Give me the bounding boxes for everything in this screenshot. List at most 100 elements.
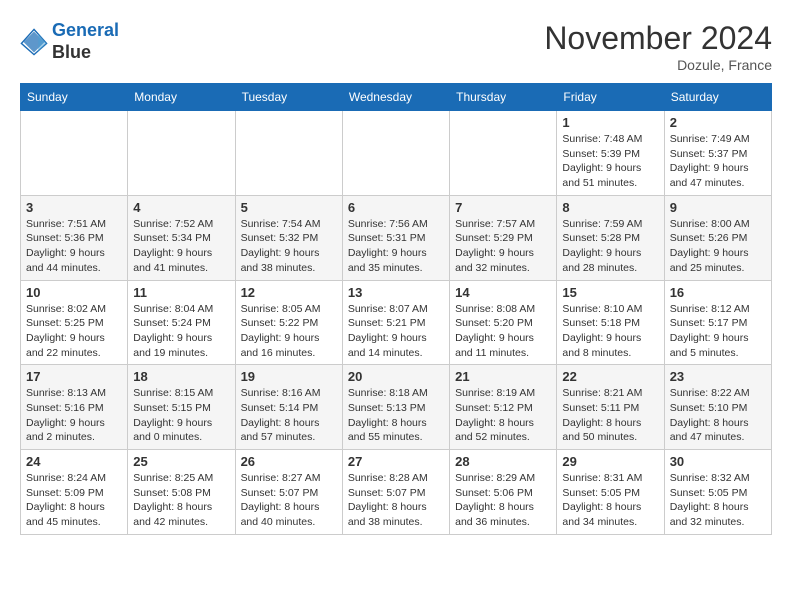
calendar-cell — [450, 111, 557, 196]
calendar-cell: 11 Sunrise: 8:04 AMSunset: 5:24 PMDayligh… — [128, 280, 235, 365]
day-number: 26 — [241, 454, 337, 469]
calendar-cell: 5Sunrise: 7:54 AMSunset: 5:32 PMDaylight… — [235, 195, 342, 280]
day-info: Sunrise: 7:56 AMSunset: 5:31 PMDaylight:… — [348, 217, 444, 276]
day-info: Sunrise: 7:59 AMSunset: 5:28 PMDaylight:… — [562, 217, 658, 276]
logo: General Blue — [20, 20, 119, 63]
calendar-cell: 12Sunrise: 8:05 AMSunset: 5:22 PMDayligh… — [235, 280, 342, 365]
calendar-cell: 23 Sunrise: 8:22 AMSunset: 5:10 PMDayligh… — [664, 365, 771, 450]
calendar-cell: 26 Sunrise: 8:27 AMSunset: 5:07 PMDayligh… — [235, 450, 342, 535]
day-number: 25 — [133, 454, 229, 469]
day-info: Sunrise: 8:07 AMSunset: 5:21 PMDaylight:… — [348, 302, 444, 361]
calendar-cell: 25 Sunrise: 8:25 AMSunset: 5:08 PMDayligh… — [128, 450, 235, 535]
day-number: 27 — [348, 454, 444, 469]
day-number: 18 — [133, 369, 229, 384]
title-block: November 2024 Dozule, France — [544, 20, 772, 73]
day-number: 2 — [670, 115, 766, 130]
day-number: 16 — [670, 285, 766, 300]
calendar-week-row: 10Sunrise: 8:02 AMSunset: 5:25 PMDayligh… — [21, 280, 772, 365]
calendar-week-row: 17 Sunrise: 8:13 AMSunset: 5:16 PMDayligh… — [21, 365, 772, 450]
calendar-cell: 29Sunrise: 8:31 AMSunset: 5:05 PMDayligh… — [557, 450, 664, 535]
calendar-cell: 13 Sunrise: 8:07 AMSunset: 5:21 PMDayligh… — [342, 280, 449, 365]
day-number: 9 — [670, 200, 766, 215]
day-info: Sunrise: 8:12 AMSunset: 5:17 PMDaylight:… — [670, 302, 766, 361]
day-info: Sunrise: 8:13 AMSunset: 5:16 PMDaylight:… — [26, 386, 122, 445]
day-number: 30 — [670, 454, 766, 469]
day-info: Sunrise: 8:28 AMSunset: 5:07 PMDaylight:… — [348, 471, 444, 530]
calendar-cell: 17 Sunrise: 8:13 AMSunset: 5:16 PMDayligh… — [21, 365, 128, 450]
calendar-cell — [128, 111, 235, 196]
calendar-cell — [21, 111, 128, 196]
calendar-cell: 2Sunrise: 7:49 AMSunset: 5:37 PMDaylight… — [664, 111, 771, 196]
calendar-cell — [235, 111, 342, 196]
day-info: Sunrise: 8:04 AMSunset: 5:24 PMDaylight:… — [133, 302, 229, 361]
day-info: Sunrise: 8:16 AMSunset: 5:14 PMDaylight:… — [241, 386, 337, 445]
day-number: 28 — [455, 454, 551, 469]
day-info: Sunrise: 8:08 AMSunset: 5:20 PMDaylight:… — [455, 302, 551, 361]
day-info: Sunrise: 7:54 AMSunset: 5:32 PMDaylight:… — [241, 217, 337, 276]
calendar-cell: 8 Sunrise: 7:59 AMSunset: 5:28 PMDaylight… — [557, 195, 664, 280]
day-info: Sunrise: 8:10 AMSunset: 5:18 PMDaylight:… — [562, 302, 658, 361]
day-number: 4 — [133, 200, 229, 215]
calendar-cell: 28 Sunrise: 8:29 AMSunset: 5:06 PMDayligh… — [450, 450, 557, 535]
day-number: 24 — [26, 454, 122, 469]
logo-icon — [20, 28, 48, 56]
weekday-header: Thursday — [450, 84, 557, 111]
day-info: Sunrise: 8:24 AMSunset: 5:09 PMDaylight:… — [26, 471, 122, 530]
logo-text: General Blue — [52, 20, 119, 63]
day-info: Sunrise: 8:02 AMSunset: 5:25 PMDaylight:… — [26, 302, 122, 361]
weekday-header: Tuesday — [235, 84, 342, 111]
calendar-cell: 9 Sunrise: 8:00 AMSunset: 5:26 PMDaylight… — [664, 195, 771, 280]
day-info: Sunrise: 8:22 AMSunset: 5:10 PMDaylight:… — [670, 386, 766, 445]
calendar-cell: 21Sunrise: 8:19 AMSunset: 5:12 PMDayligh… — [450, 365, 557, 450]
day-info: Sunrise: 8:27 AMSunset: 5:07 PMDaylight:… — [241, 471, 337, 530]
weekday-header: Monday — [128, 84, 235, 111]
calendar-cell: 22 Sunrise: 8:21 AMSunset: 5:11 PMDayligh… — [557, 365, 664, 450]
day-number: 21 — [455, 369, 551, 384]
calendar-cell: 4 Sunrise: 7:52 AMSunset: 5:34 PMDaylight… — [128, 195, 235, 280]
calendar-cell: 19 Sunrise: 8:16 AMSunset: 5:14 PMDayligh… — [235, 365, 342, 450]
day-info: Sunrise: 7:51 AMSunset: 5:36 PMDaylight:… — [26, 217, 122, 276]
day-info: Sunrise: 7:48 AMSunset: 5:39 PMDaylight:… — [562, 132, 658, 191]
calendar-cell: 3 Sunrise: 7:51 AMSunset: 5:36 PMDaylight… — [21, 195, 128, 280]
weekday-header: Sunday — [21, 84, 128, 111]
calendar-cell: 7Sunrise: 7:57 AMSunset: 5:29 PMDaylight… — [450, 195, 557, 280]
calendar-week-row: 24 Sunrise: 8:24 AMSunset: 5:09 PMDayligh… — [21, 450, 772, 535]
calendar-cell: 10Sunrise: 8:02 AMSunset: 5:25 PMDayligh… — [21, 280, 128, 365]
location: Dozule, France — [544, 57, 772, 73]
calendar-table: SundayMondayTuesdayWednesdayThursdayFrid… — [20, 83, 772, 535]
calendar-cell: 30 Sunrise: 8:32 AMSunset: 5:05 PMDayligh… — [664, 450, 771, 535]
day-number: 6 — [348, 200, 444, 215]
day-info: Sunrise: 7:52 AMSunset: 5:34 PMDaylight:… — [133, 217, 229, 276]
calendar-week-row: 3 Sunrise: 7:51 AMSunset: 5:36 PMDaylight… — [21, 195, 772, 280]
month-title: November 2024 — [544, 20, 772, 57]
day-number: 1 — [562, 115, 658, 130]
day-number: 17 — [26, 369, 122, 384]
calendar-cell: 1 Sunrise: 7:48 AMSunset: 5:39 PMDaylight… — [557, 111, 664, 196]
day-info: Sunrise: 8:29 AMSunset: 5:06 PMDaylight:… — [455, 471, 551, 530]
calendar-cell — [342, 111, 449, 196]
day-number: 7 — [455, 200, 551, 215]
day-number: 3 — [26, 200, 122, 215]
day-number: 20 — [348, 369, 444, 384]
weekday-header: Saturday — [664, 84, 771, 111]
weekday-header: Friday — [557, 84, 664, 111]
day-info: Sunrise: 8:15 AMSunset: 5:15 PMDaylight:… — [133, 386, 229, 445]
day-number: 19 — [241, 369, 337, 384]
calendar-cell: 15Sunrise: 8:10 AMSunset: 5:18 PMDayligh… — [557, 280, 664, 365]
day-number: 8 — [562, 200, 658, 215]
day-number: 14 — [455, 285, 551, 300]
day-number: 13 — [348, 285, 444, 300]
calendar-cell: 24 Sunrise: 8:24 AMSunset: 5:09 PMDayligh… — [21, 450, 128, 535]
day-info: Sunrise: 8:21 AMSunset: 5:11 PMDaylight:… — [562, 386, 658, 445]
day-number: 22 — [562, 369, 658, 384]
day-info: Sunrise: 8:32 AMSunset: 5:05 PMDaylight:… — [670, 471, 766, 530]
day-info: Sunrise: 8:00 AMSunset: 5:26 PMDaylight:… — [670, 217, 766, 276]
day-number: 23 — [670, 369, 766, 384]
calendar-cell: 20 Sunrise: 8:18 AMSunset: 5:13 PMDayligh… — [342, 365, 449, 450]
day-info: Sunrise: 8:18 AMSunset: 5:13 PMDaylight:… — [348, 386, 444, 445]
weekday-header: Wednesday — [342, 84, 449, 111]
day-info: Sunrise: 8:31 AMSunset: 5:05 PMDaylight:… — [562, 471, 658, 530]
day-info: Sunrise: 8:25 AMSunset: 5:08 PMDaylight:… — [133, 471, 229, 530]
calendar-cell: 27 Sunrise: 8:28 AMSunset: 5:07 PMDayligh… — [342, 450, 449, 535]
day-number: 11 — [133, 285, 229, 300]
